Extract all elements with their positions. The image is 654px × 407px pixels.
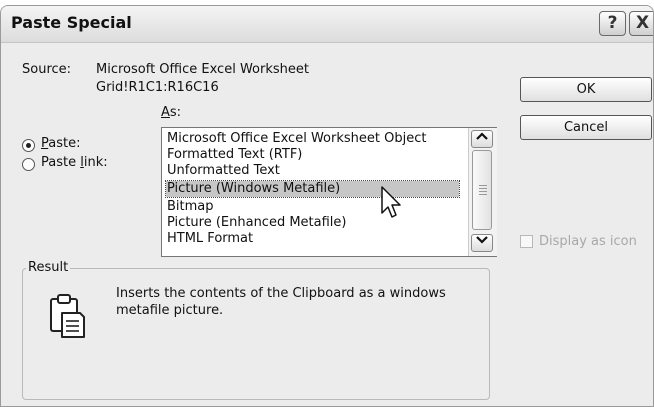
title-bar[interactable]: Paste Special ? X bbox=[1, 6, 653, 43]
source-name: Microsoft Office Excel Worksheet bbox=[96, 62, 309, 77]
result-description-line1: Inserts the contents of the Clipboard as… bbox=[116, 286, 446, 301]
paste-radio[interactable] bbox=[22, 139, 35, 152]
list-item[interactable]: Bitmap bbox=[166, 199, 459, 215]
ok-button[interactable]: OK bbox=[520, 77, 652, 102]
close-button[interactable]: X bbox=[629, 11, 653, 36]
display-as-icon-label[interactable]: Display as icon bbox=[539, 234, 637, 249]
source-label: Source: bbox=[22, 62, 72, 77]
list-item[interactable]: Unformatted Text bbox=[166, 163, 459, 179]
scroll-down-button[interactable] bbox=[471, 234, 493, 252]
list-item-selected[interactable]: Picture (Windows Metafile) bbox=[165, 180, 460, 198]
cancel-button[interactable]: Cancel bbox=[520, 115, 652, 140]
dialog-title: Paste Special bbox=[11, 13, 132, 32]
result-group-label: Result bbox=[26, 260, 71, 275]
display-as-icon-checkbox[interactable] bbox=[520, 235, 533, 248]
list-item[interactable]: Formatted Text (RTF) bbox=[166, 147, 459, 163]
list-item[interactable]: HTML Format bbox=[166, 231, 459, 247]
scroll-thumb[interactable] bbox=[472, 150, 492, 230]
source-range: Grid!R1C1:R16C16 bbox=[96, 80, 219, 95]
mouse-pointer-icon bbox=[381, 186, 401, 218]
result-description-line2: metafile picture. bbox=[116, 303, 224, 318]
paste-radio-label[interactable]: Paste: bbox=[41, 136, 80, 151]
as-listbox[interactable]: Microsoft Office Excel Worksheet Object … bbox=[161, 127, 497, 257]
clipboard-icon bbox=[50, 294, 85, 338]
paste-link-radio-label[interactable]: Paste link: bbox=[41, 155, 108, 170]
list-item[interactable]: Microsoft Office Excel Worksheet Object bbox=[166, 131, 459, 147]
scroll-up-button[interactable] bbox=[471, 130, 493, 148]
paste-link-radio[interactable] bbox=[22, 158, 35, 171]
as-label: As: bbox=[161, 105, 182, 120]
help-button[interactable]: ? bbox=[599, 11, 626, 36]
list-item[interactable]: Picture (Enhanced Metafile) bbox=[166, 215, 459, 231]
chevron-up-icon bbox=[476, 132, 488, 140]
list-scrollbar[interactable] bbox=[468, 128, 497, 256]
chevron-down-icon bbox=[476, 236, 488, 244]
